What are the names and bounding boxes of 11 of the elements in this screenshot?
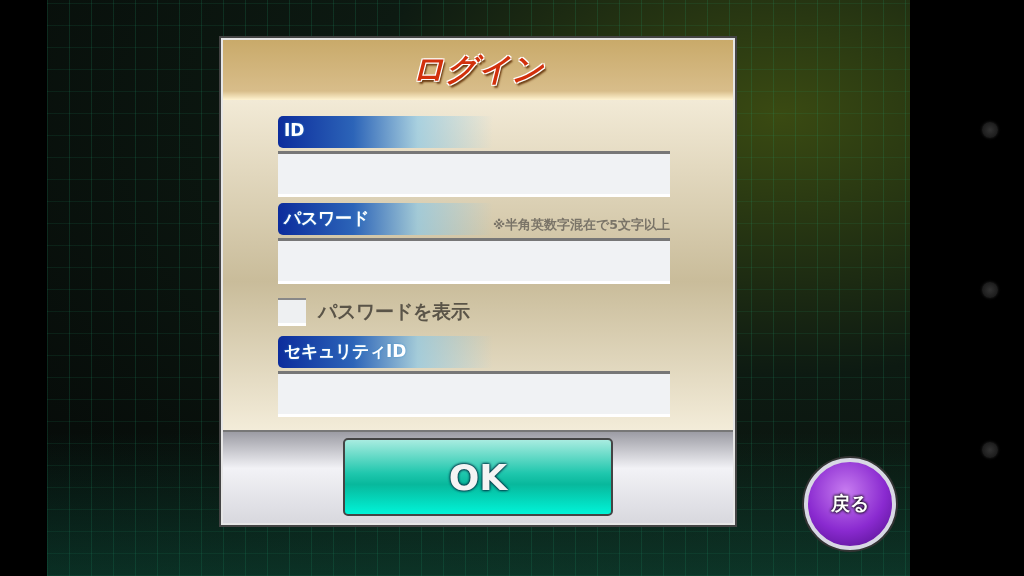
checkbox[interactable] [278, 298, 306, 326]
input-field[interactable] [278, 238, 670, 284]
field-hint: ※半角英数字混在で5文字以上 [493, 217, 670, 234]
input-field[interactable] [278, 151, 670, 197]
back-button[interactable]: 戻る [804, 458, 896, 550]
dialog-title: ログイン [412, 49, 544, 90]
indicator-dot [982, 442, 998, 458]
indicator-dot [982, 122, 998, 138]
input-field[interactable] [278, 371, 670, 417]
checkbox-label: パスワードを表示 [318, 299, 470, 324]
indicator-dot [982, 282, 998, 298]
